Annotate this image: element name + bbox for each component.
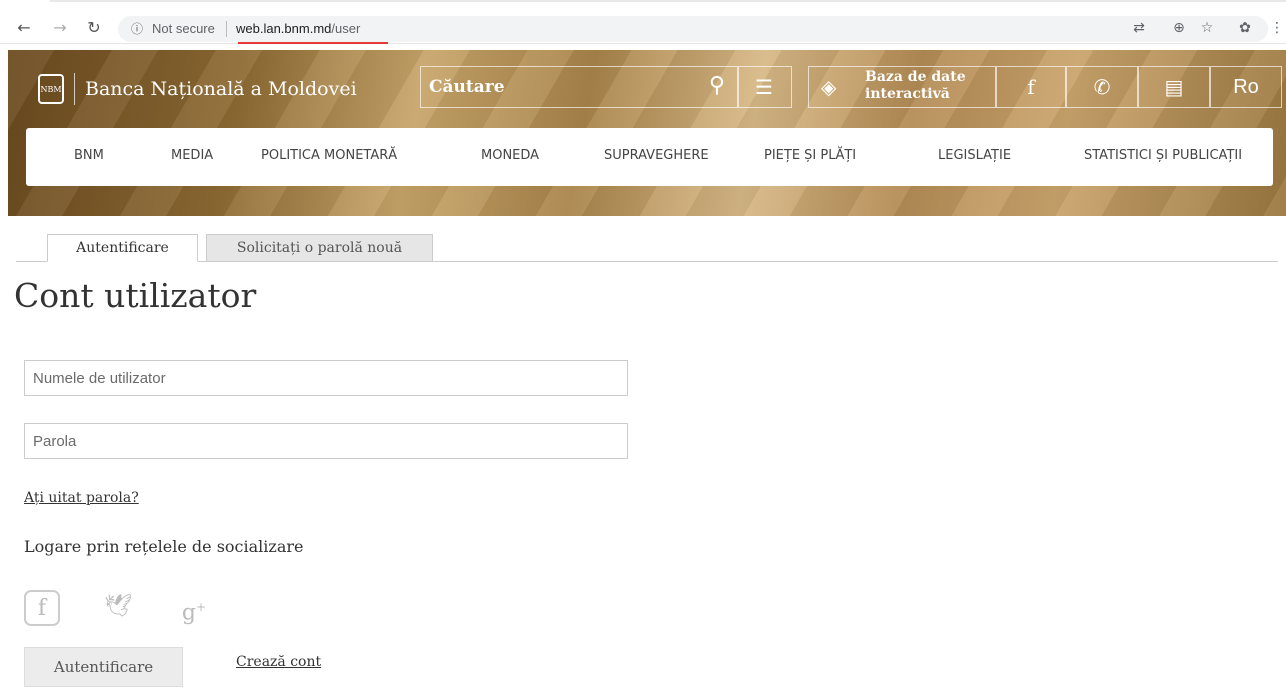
list-icon: ☰ (755, 75, 773, 99)
bank-emblem-text: NBM (40, 85, 62, 94)
search-box[interactable]: Căutare ⚲ (420, 66, 738, 108)
db-label-line2: interactivă (865, 86, 950, 102)
create-account-link[interactable]: Crează cont (236, 654, 321, 670)
nav-item-supervision[interactable]: SUPRAVEGHERE (604, 148, 709, 163)
language-switch[interactable]: Ro (1210, 66, 1282, 108)
forward-arrow-icon[interactable]: → (50, 18, 70, 38)
menu-list-button[interactable]: ☰ (738, 66, 792, 108)
facebook-login-icon[interactable]: f (24, 590, 60, 626)
site-logo[interactable]: NBM Banca Națională a Moldovei (38, 72, 357, 106)
password-input[interactable] (24, 423, 628, 459)
info-icon[interactable]: ⓘ (128, 20, 146, 38)
layers-icon: ◈ (821, 75, 837, 99)
tab-login[interactable]: Autentificare (47, 234, 198, 262)
address-bar[interactable]: ⓘ Not secure web.lan.bnm.md/user (118, 16, 1268, 42)
bank-name: Banca Națională a Moldovei (85, 78, 357, 100)
nav-item-legislation[interactable]: LEGISLAȚIE (938, 148, 1011, 163)
url-path: /user (331, 21, 361, 36)
not-secure-label: Not secure (152, 21, 215, 36)
page-title: Cont utilizator (14, 276, 257, 315)
phone-button[interactable]: ✆ (1066, 66, 1138, 108)
nav-item-media[interactable]: MEDIA (171, 148, 213, 163)
tab-request-new-password[interactable]: Solicitați o parolă nouă (206, 234, 433, 262)
nav-item-statistics[interactable]: STATISTICI ȘI PUBLICAȚII (1084, 148, 1242, 163)
facebook-header-button[interactable]: f (996, 66, 1066, 108)
bank-emblem-icon: NBM (38, 74, 64, 104)
username-input[interactable] (24, 360, 628, 396)
interactive-database-label: Baza de date interactivă (865, 69, 966, 103)
site-header: NBM Banca Națională a Moldovei Căutare ⚲… (8, 50, 1286, 216)
main-navigation: BNM MEDIA POLITICA MONETARĂ MONEDA SUPRA… (26, 128, 1273, 186)
interactive-database-button[interactable]: ◈ Baza de date interactivă (808, 66, 996, 108)
tab-strip (50, 0, 1286, 8)
nav-item-currency[interactable]: MONEDA (481, 148, 539, 163)
browser-menu-icon[interactable]: ⋮ (1268, 18, 1286, 38)
phone-icon: ✆ (1093, 75, 1111, 99)
db-label-line1: Baza de date (865, 69, 966, 85)
bookmark-star-icon[interactable]: ☆ (1198, 18, 1216, 38)
address-separator (226, 21, 227, 37)
zoom-icon[interactable]: ⊕ (1170, 18, 1188, 38)
translate-icon[interactable]: ⇄ (1130, 18, 1148, 38)
search-placeholder: Căutare (429, 77, 505, 97)
url-text[interactable]: web.lan.bnm.md/user (236, 20, 360, 38)
reload-icon[interactable]: ↻ (84, 18, 104, 38)
search-icon[interactable]: ⚲ (709, 73, 725, 98)
extension-icon[interactable]: ✿ (1236, 18, 1254, 38)
google-plus-login-icon[interactable]: g+ (176, 590, 212, 626)
forgot-password-link[interactable]: Ați uitat parola? (24, 490, 139, 506)
login-submit-button[interactable]: Autentificare (24, 647, 183, 687)
social-login-title: Logare prin rețelele de socializare (24, 537, 304, 556)
chat-icon: ▤ (1164, 75, 1184, 99)
logo-divider (74, 73, 75, 105)
browser-toolbar: ← → ↻ ⓘ Not secure web.lan.bnm.md/user ⇄… (0, 0, 1286, 44)
nav-item-markets-payments[interactable]: PIEȚE ȘI PLĂȚI (764, 148, 856, 163)
back-arrow-icon[interactable]: ← (14, 18, 34, 38)
feedback-button[interactable]: ▤ (1138, 66, 1210, 108)
nav-item-bnm[interactable]: BNM (74, 148, 104, 163)
language-label: Ro (1233, 76, 1259, 98)
facebook-icon: f (1027, 75, 1035, 99)
twitter-login-icon[interactable]: 🕊 (100, 590, 136, 626)
nav-item-monetary-policy[interactable]: POLITICA MONETARĂ (261, 148, 397, 163)
url-underline-mark (238, 42, 388, 44)
url-host: web.lan.bnm.md (236, 21, 332, 36)
